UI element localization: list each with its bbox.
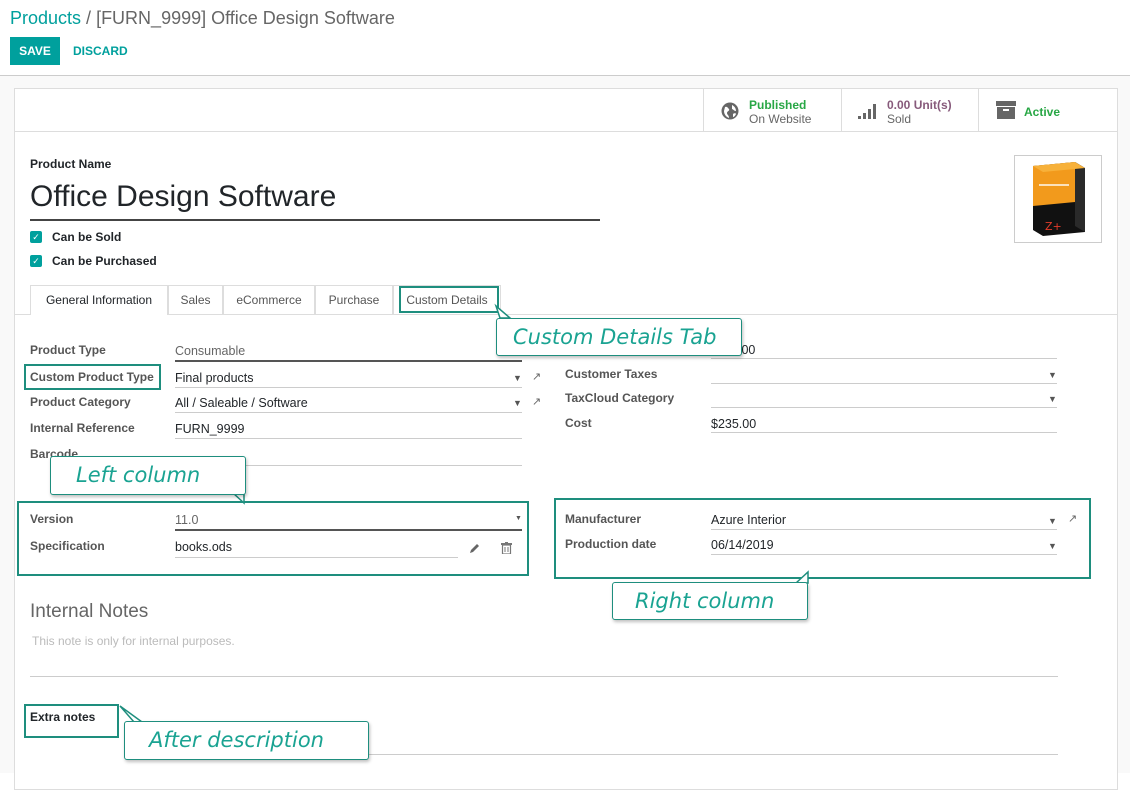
callout-custom-details-tab: Custom Details Tab [496,318,742,356]
callout-right-column: Right column [612,582,808,620]
callout-pointers [119,303,809,723]
callout-after-description: After description [124,721,369,760]
callout-left-column: Left column [50,456,246,495]
